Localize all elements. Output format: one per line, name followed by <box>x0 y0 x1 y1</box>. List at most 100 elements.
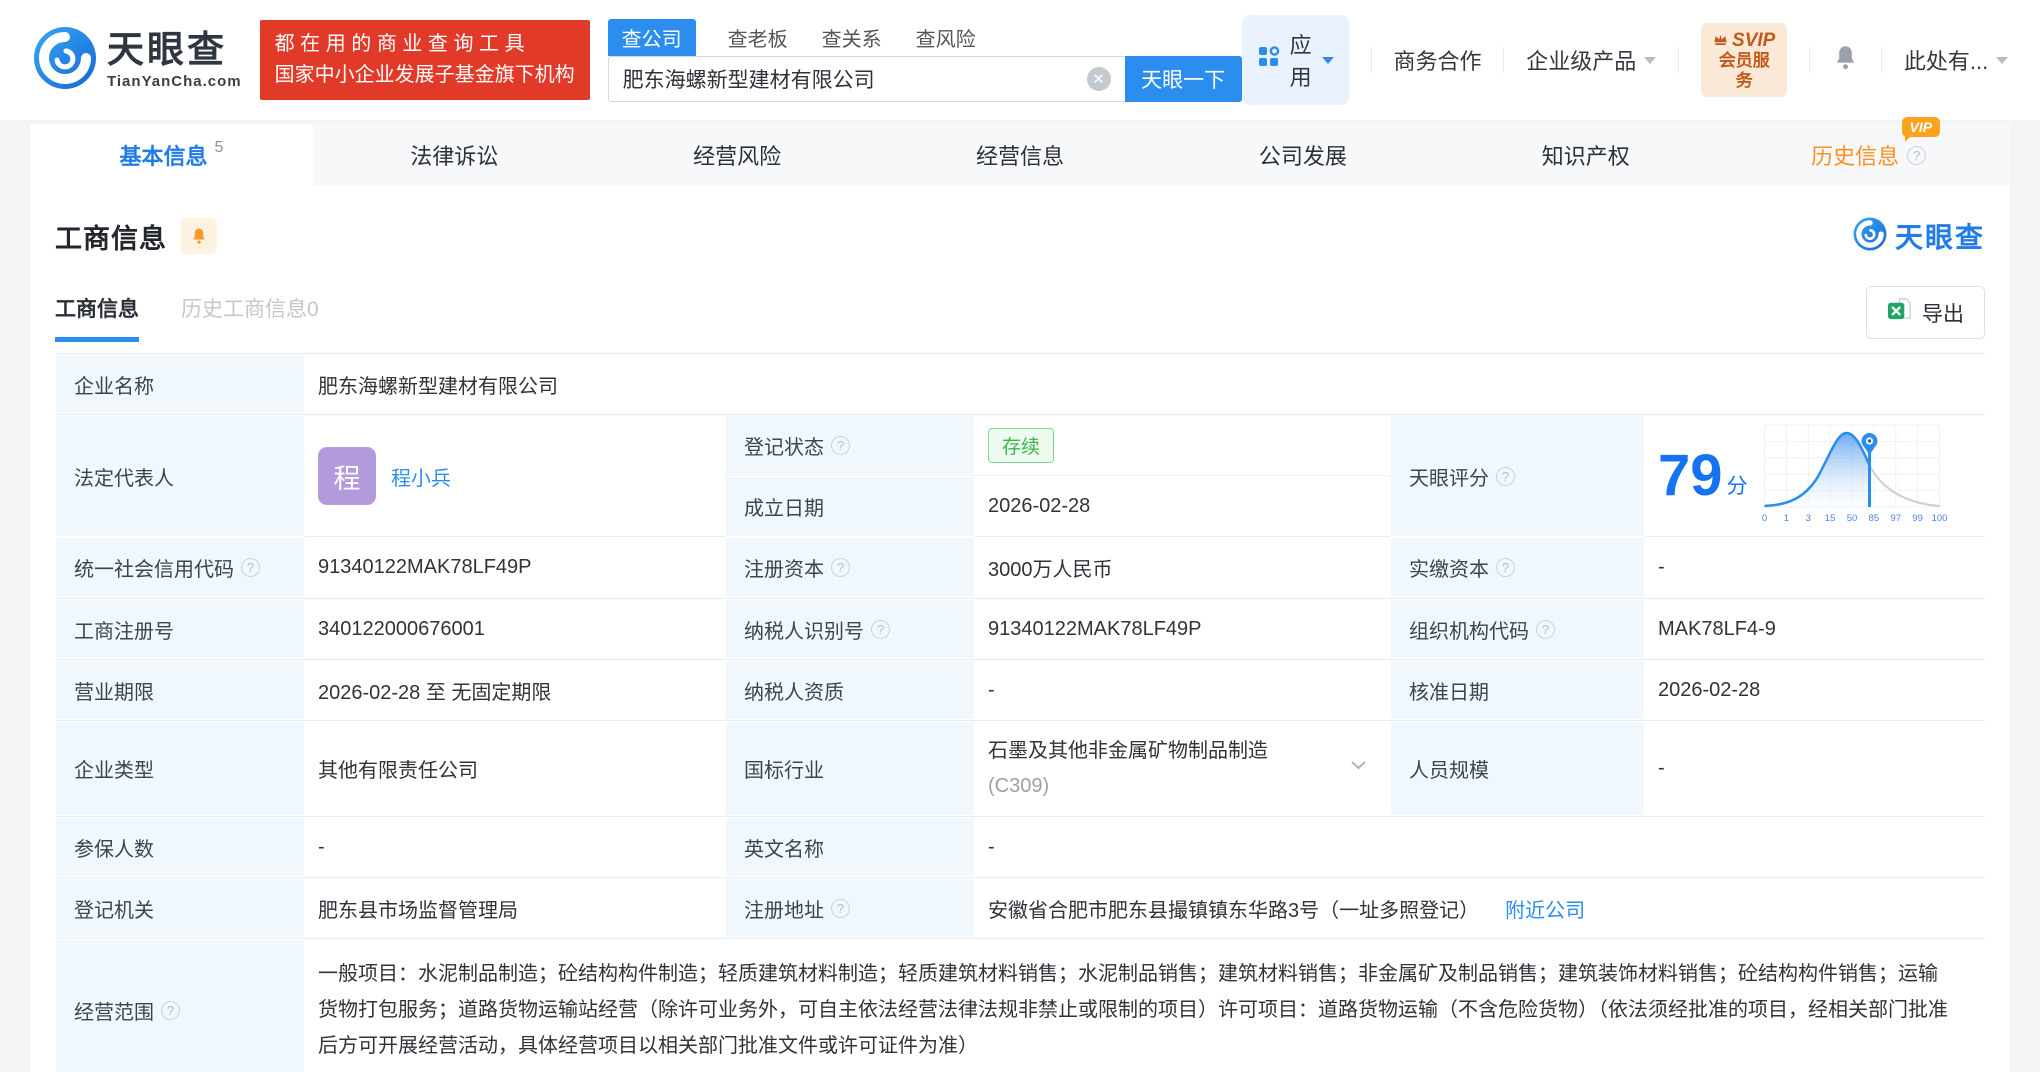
tab-history-info[interactable]: VIP 历史信息 <box>1727 117 2010 186</box>
industry-code: (C309) <box>988 774 1050 797</box>
chevron-down-icon[interactable] <box>1351 753 1366 776</box>
reg-status-value: 存续 <box>975 415 1390 475</box>
english-name-label: 英文名称 <box>725 817 975 877</box>
legal-rep-name-link[interactable]: 程小兵 <box>391 462 451 491</box>
search-tab-boss[interactable]: 查老板 <box>726 19 790 56</box>
watermark-brand-name: 天眼查 <box>1894 222 1985 253</box>
business-term-value: 2026-02-28 至 无固定期限 <box>318 681 552 704</box>
search-button[interactable]: 天眼一下 <box>1124 56 1242 102</box>
establish-date-label: 成立日期 <box>725 476 975 537</box>
apps-menu-button[interactable]: 应用 <box>1241 15 1349 105</box>
table-row: 法定代表人 程 程小兵 登记状态 存续 <box>55 415 1985 537</box>
export-button[interactable]: 导出 <box>1866 286 1985 339</box>
reg-capital-value: 3000万人民币 <box>988 559 1113 581</box>
reg-capital-label: 注册资本 <box>725 537 975 598</box>
nearby-companies-link[interactable]: 附近公司 <box>1505 894 1585 923</box>
tab-risk-label: 经营风险 <box>693 144 782 169</box>
taxpayer-quality-label: 纳税人资质 <box>725 660 975 720</box>
insured-count-label: 参保人数 <box>55 817 305 877</box>
excel-icon <box>1887 297 1912 328</box>
establish-date-value: 2026-02-28 <box>988 495 1091 517</box>
watermark-logo: 天眼查 <box>1853 216 1985 256</box>
notification-bell-icon[interactable] <box>1832 44 1859 77</box>
help-icon[interactable] <box>1907 145 1927 165</box>
tab-operating-risk[interactable]: 经营风险 <box>596 124 879 186</box>
apps-label: 应用 <box>1289 33 1312 90</box>
industry-value[interactable]: 石墨及其他非金属矿物制品制造 (C309) <box>975 721 1390 816</box>
subtab-history-business-info[interactable]: 历史工商信息0 <box>181 293 319 342</box>
tianyancha-logo[interactable]: 天眼查 TianYanCha.com <box>33 26 242 95</box>
org-code-label-text: 组织机构代码 <box>1409 620 1529 643</box>
svg-text:99: 99 <box>1912 513 1923 524</box>
help-icon[interactable] <box>871 619 890 639</box>
subtab-history-count: 0 <box>307 298 319 321</box>
company-type-value: 其他有限责任公司 <box>318 760 478 782</box>
divider <box>1503 47 1505 73</box>
help-icon[interactable] <box>1496 466 1515 486</box>
subtab-business-info[interactable]: 工商信息 <box>55 293 139 342</box>
company-type-label: 企业类型 <box>55 721 305 816</box>
clear-search-icon[interactable] <box>1086 67 1111 91</box>
credit-code-label: 统一社会信用代码 <box>55 537 305 598</box>
export-label: 导出 <box>1922 302 1964 326</box>
logo-title: 天眼查 <box>107 29 227 70</box>
paid-capital-value: - <box>1658 556 1665 578</box>
help-icon[interactable] <box>831 435 850 455</box>
tab-company-development[interactable]: 公司发展 <box>1161 124 1444 186</box>
table-row: 经营范围 一般项目：水泥制品制造；砼结构构件制造；轻质建筑材料制造；轻质建筑材料… <box>55 939 1985 1072</box>
chevron-down-icon <box>1321 56 1334 64</box>
table-row: 企业类型 其他有限责任公司 国标行业 石墨及其他非金属矿物制品制造(C309) … <box>55 721 1985 817</box>
tab-development-label: 公司发展 <box>1258 144 1347 169</box>
nav-enterprise[interactable]: 企业级产品 <box>1526 44 1657 76</box>
nav-cooperation[interactable]: 商务合作 <box>1393 44 1481 76</box>
table-row: 参保人数 - 英文名称 - <box>55 817 1985 878</box>
svg-text:15: 15 <box>1824 513 1835 524</box>
business-scope-label-text: 经营范围 <box>74 1001 154 1024</box>
search-tab-company[interactable]: 查公司 <box>607 19 696 56</box>
nav-more-account[interactable]: 此处有... <box>1904 44 2009 76</box>
search-area: 查公司 查老板 查关系 查风险 天眼一下 <box>607 18 1242 102</box>
top-header: 天眼查 TianYanCha.com 都 在 用 的 商 业 查 询 工 具 国… <box>0 0 2040 120</box>
search-input[interactable] <box>622 67 1087 91</box>
paid-capital-label: 实缴资本 <box>1390 537 1645 598</box>
divider <box>1881 47 1882 73</box>
main-tabbar: 基本信息 5 法律诉讼 经营风险 经营信息 公司发展 知识产权 VIP 历史信息 <box>30 117 2010 186</box>
search-tabs: 查公司 查老板 查关系 查风险 <box>607 18 1242 56</box>
legal-rep-avatar[interactable]: 程 <box>318 447 376 505</box>
help-icon[interactable] <box>241 558 260 577</box>
tab-intellectual-property[interactable]: 知识产权 <box>1444 124 1727 186</box>
tab-legal[interactable]: 法律诉讼 <box>313 124 596 186</box>
approval-date-value: 2026-02-28 <box>1658 678 1761 701</box>
svg-text:85: 85 <box>1868 513 1879 524</box>
taxpayer-id-value: 91340122MAK78LF49P <box>988 617 1202 640</box>
table-row: 工商注册号 340122000676001 纳税人识别号 91340122MAK… <box>55 599 1985 660</box>
tab-basic-label: 基本信息 <box>119 144 208 169</box>
score-unit: 分 <box>1726 475 1748 498</box>
tab-basic-info[interactable]: 基本信息 5 <box>30 124 313 186</box>
staff-size-value: - <box>1658 757 1665 779</box>
svip-member-button[interactable]: SVIP 会员服务 <box>1701 22 1788 98</box>
search-tab-relation[interactable]: 查关系 <box>820 19 884 56</box>
promo-line1: 都 在 用 的 商 业 查 询 工 具 <box>274 33 525 55</box>
help-icon[interactable] <box>831 898 850 918</box>
reg-capital-label-text: 注册资本 <box>744 559 824 581</box>
crown-icon <box>1713 30 1728 52</box>
reg-address-text: 安徽省合肥市肥东县撮镇镇东华路3号（一址多照登记） <box>988 899 1480 922</box>
status-badge: 存续 <box>988 427 1055 463</box>
tab-operating-info[interactable]: 经营信息 <box>879 124 1162 186</box>
help-icon[interactable] <box>831 558 850 577</box>
tab-basic-count: 5 <box>214 139 224 156</box>
tab-legal-label: 法律诉讼 <box>410 144 499 169</box>
svip-sublabel: 会员服务 <box>1718 51 1770 90</box>
reg-address-value: 安徽省合肥市肥东县撮镇镇东华路3号（一址多照登记） 附近公司 <box>975 878 1985 938</box>
insured-count-value: - <box>318 835 325 858</box>
industry-name: 石墨及其他非金属矿物制品制造 <box>988 739 1268 762</box>
help-icon[interactable] <box>161 1000 180 1020</box>
subscribe-bell-button[interactable] <box>181 218 217 254</box>
reg-authority-value: 肥东县市场监督管理局 <box>318 899 518 922</box>
help-icon[interactable] <box>1496 558 1515 577</box>
help-icon[interactable] <box>1536 619 1555 639</box>
search-tab-risk[interactable]: 查风险 <box>914 19 978 56</box>
score-distribution-chart: 0 1 3 15 50 85 97 99 100 <box>1754 417 1950 535</box>
taxpayer-id-label-text: 纳税人识别号 <box>744 620 864 643</box>
